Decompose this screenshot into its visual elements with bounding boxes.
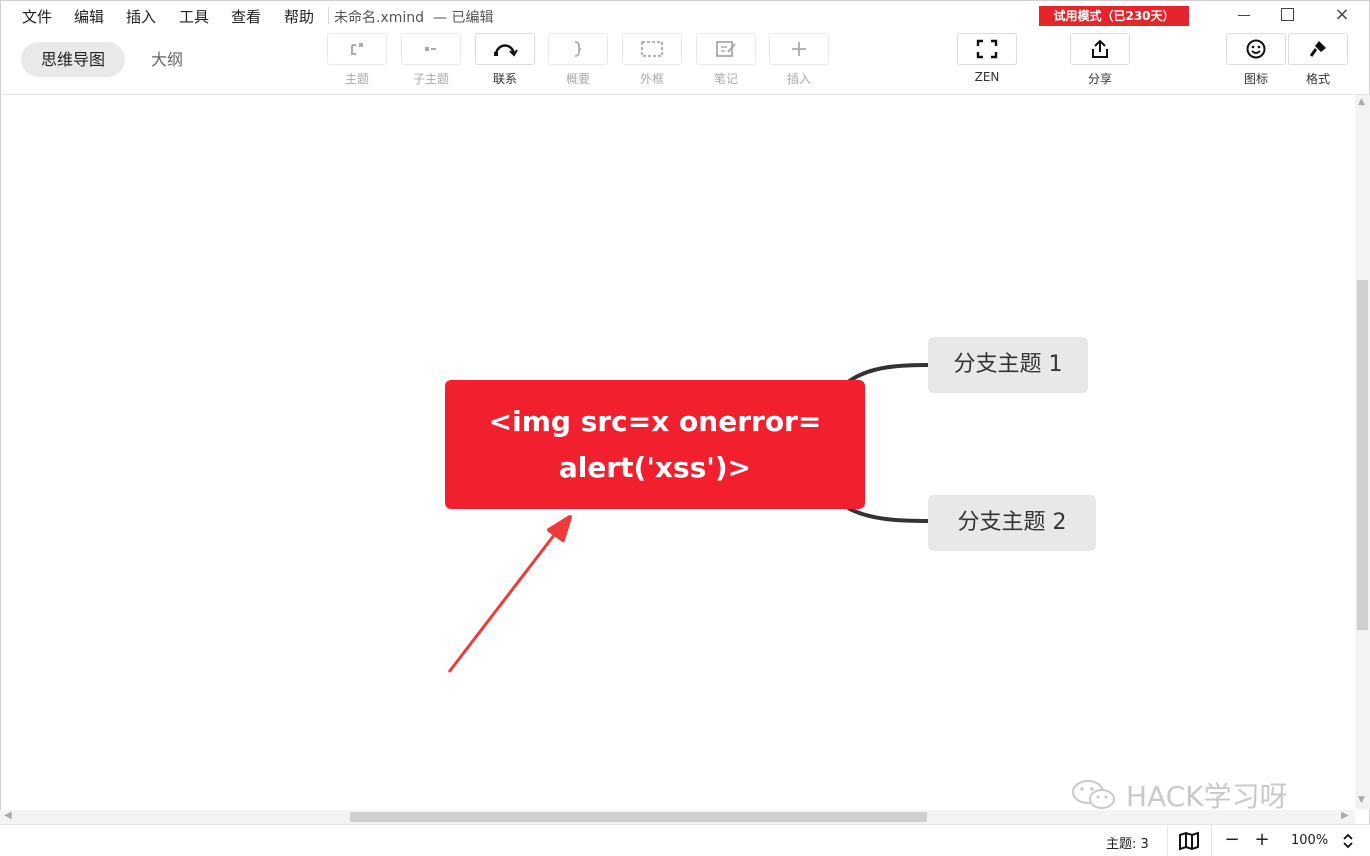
zoom-in-button[interactable]: + <box>1252 830 1272 850</box>
scroll-right-icon[interactable]: ▶ <box>1341 810 1349 821</box>
horizontal-scrollbar[interactable]: ◀ ▶ <box>0 810 1355 824</box>
central-topic-line-2: alert('xss')> <box>558 450 752 484</box>
scroll-down-icon[interactable]: ▼ <box>1358 795 1365 805</box>
zoom-out-button[interactable]: − <box>1222 830 1242 850</box>
vertical-scrollbar[interactable]: ▲ ▼ <box>1355 95 1370 810</box>
topic-count: 主题: 3 <box>1106 837 1149 852</box>
central-topic-line-1: <img src=x onerror= <box>488 404 822 438</box>
status-bar: 主题: 3 − + 100% <box>0 824 1370 856</box>
watermark-text: HACK学习呀 <box>1126 780 1288 813</box>
connector-branch-2 <box>847 506 931 523</box>
scroll-up-icon[interactable]: ▲ <box>1358 97 1365 107</box>
branch-topic-1[interactable]: 分支主题 1 <box>928 337 1088 393</box>
horizontal-scroll-thumb[interactable] <box>350 812 927 822</box>
scroll-left-icon[interactable]: ◀ <box>4 810 12 821</box>
central-topic[interactable]: <img src=x onerror= alert('xss')> <box>445 380 865 509</box>
zoom-level[interactable]: 100% <box>1291 833 1328 848</box>
wechat-icon <box>1072 780 1115 809</box>
status-separator <box>1211 825 1212 856</box>
annotation-arrow <box>447 515 572 673</box>
status-separator <box>1167 825 1168 856</box>
zoom-stepper-icon[interactable] <box>1342 832 1354 850</box>
map-icon[interactable] <box>1178 831 1200 851</box>
vertical-scroll-thumb[interactable] <box>1357 280 1368 630</box>
watermark: HACK学习呀 <box>1070 775 1288 815</box>
branch-topic-2[interactable]: 分支主题 2 <box>928 495 1096 551</box>
